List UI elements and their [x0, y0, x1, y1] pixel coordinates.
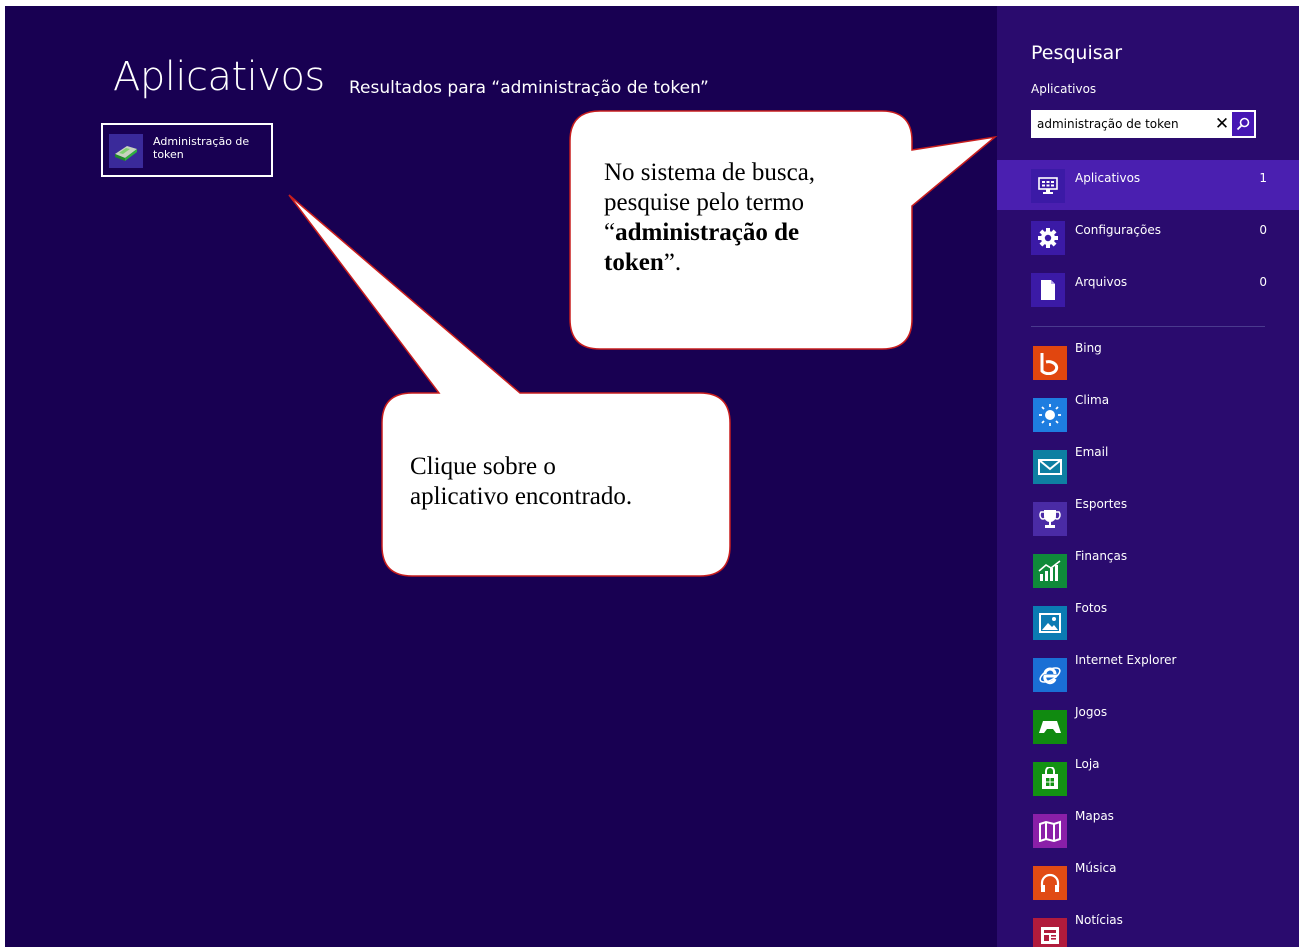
page-title: Aplicativos	[113, 54, 325, 100]
app-item-bing[interactable]: Bing	[997, 336, 1299, 386]
app-item-mapas[interactable]: Mapas	[997, 804, 1299, 854]
category-count: 0	[1259, 223, 1267, 237]
search-charm-pane: Pesquisar Aplicativos ✕ A	[997, 6, 1299, 947]
result-tile-label: Administração de token	[153, 135, 250, 161]
callout-click-tip-text: Clique sobre o aplicativo encontrado.	[410, 452, 632, 512]
app-item-esportes[interactable]: Esportes	[997, 492, 1299, 542]
callout-line: pesquise pelo termo	[604, 189, 804, 216]
callout-line: No sistema de busca,	[604, 159, 816, 186]
category-aplicativos[interactable]: Aplicativos 1	[997, 160, 1299, 210]
games-icon	[1033, 710, 1067, 744]
category-count: 0	[1259, 275, 1267, 289]
category-configuracoes[interactable]: Configurações 0	[997, 212, 1299, 262]
app-label: Jogos	[1075, 705, 1108, 719]
app-label: Notícias	[1075, 913, 1123, 927]
start-search-screen: Aplicativos Resultados para “administraç…	[5, 6, 1299, 947]
app-item-fotos[interactable]: Fotos	[997, 596, 1299, 646]
weather-icon	[1033, 398, 1067, 432]
category-label: Aplicativos	[1075, 171, 1141, 185]
app-label: Internet Explorer	[1075, 653, 1177, 667]
finance-icon	[1033, 554, 1067, 588]
app-item-financas[interactable]: Finanças	[997, 544, 1299, 594]
app-label: Email	[1075, 445, 1109, 459]
app-item-noticias[interactable]: Notícias	[997, 908, 1299, 947]
bing-icon	[1033, 346, 1067, 380]
app-label: Finanças	[1075, 549, 1128, 563]
app-item-clima[interactable]: Clima	[997, 388, 1299, 438]
app-item-loja[interactable]: Loja	[997, 752, 1299, 802]
news-icon	[1033, 918, 1067, 947]
app-label: Bing	[1075, 341, 1102, 355]
app-item-musica[interactable]: Música	[997, 856, 1299, 906]
callout-line: token”.	[604, 249, 682, 276]
pane-divider	[1031, 326, 1265, 327]
app-item-internet-explorer[interactable]: Internet Explorer	[997, 648, 1299, 698]
search-icon[interactable]	[1232, 112, 1254, 136]
category-label: Arquivos	[1075, 275, 1128, 289]
callout-line: “administração de	[604, 219, 800, 246]
callout-line: Clique sobre o	[410, 453, 556, 480]
gear-icon	[1031, 221, 1065, 255]
app-item-jogos[interactable]: Jogos	[997, 700, 1299, 750]
callout-line: aplicativo encontrado.	[410, 483, 633, 510]
search-input[interactable]	[1031, 110, 1205, 138]
category-arquivos[interactable]: Arquivos 0	[997, 264, 1299, 314]
close-icon[interactable]: ✕	[1211, 110, 1233, 138]
search-pane-title: Pesquisar	[1031, 42, 1123, 64]
mail-icon	[1033, 450, 1067, 484]
app-label: Loja	[1075, 757, 1100, 771]
search-scope-label: Aplicativos	[1031, 82, 1097, 96]
result-tile-token-admin[interactable]: Administração de token	[101, 123, 273, 177]
app-label: Música	[1075, 861, 1117, 875]
music-icon	[1033, 866, 1067, 900]
trophy-icon	[1033, 502, 1067, 536]
app-label: Clima	[1075, 393, 1110, 407]
app-label: Fotos	[1075, 601, 1108, 615]
token-admin-icon	[109, 134, 143, 168]
callout-search-tip-text: No sistema de busca, pesquise pelo termo…	[604, 158, 815, 278]
app-label: Mapas	[1075, 809, 1114, 823]
app-item-email[interactable]: Email	[997, 440, 1299, 490]
results-label: Resultados para “administração de token”	[349, 78, 709, 98]
category-count: 1	[1259, 171, 1267, 185]
ie-icon	[1033, 658, 1067, 692]
maps-icon	[1033, 814, 1067, 848]
photos-icon	[1033, 606, 1067, 640]
app-label: Esportes	[1075, 497, 1128, 511]
category-label: Configurações	[1075, 223, 1161, 237]
store-icon	[1033, 762, 1067, 796]
apps-icon	[1031, 169, 1065, 203]
file-icon	[1031, 273, 1065, 307]
search-box: ✕	[1031, 110, 1256, 138]
